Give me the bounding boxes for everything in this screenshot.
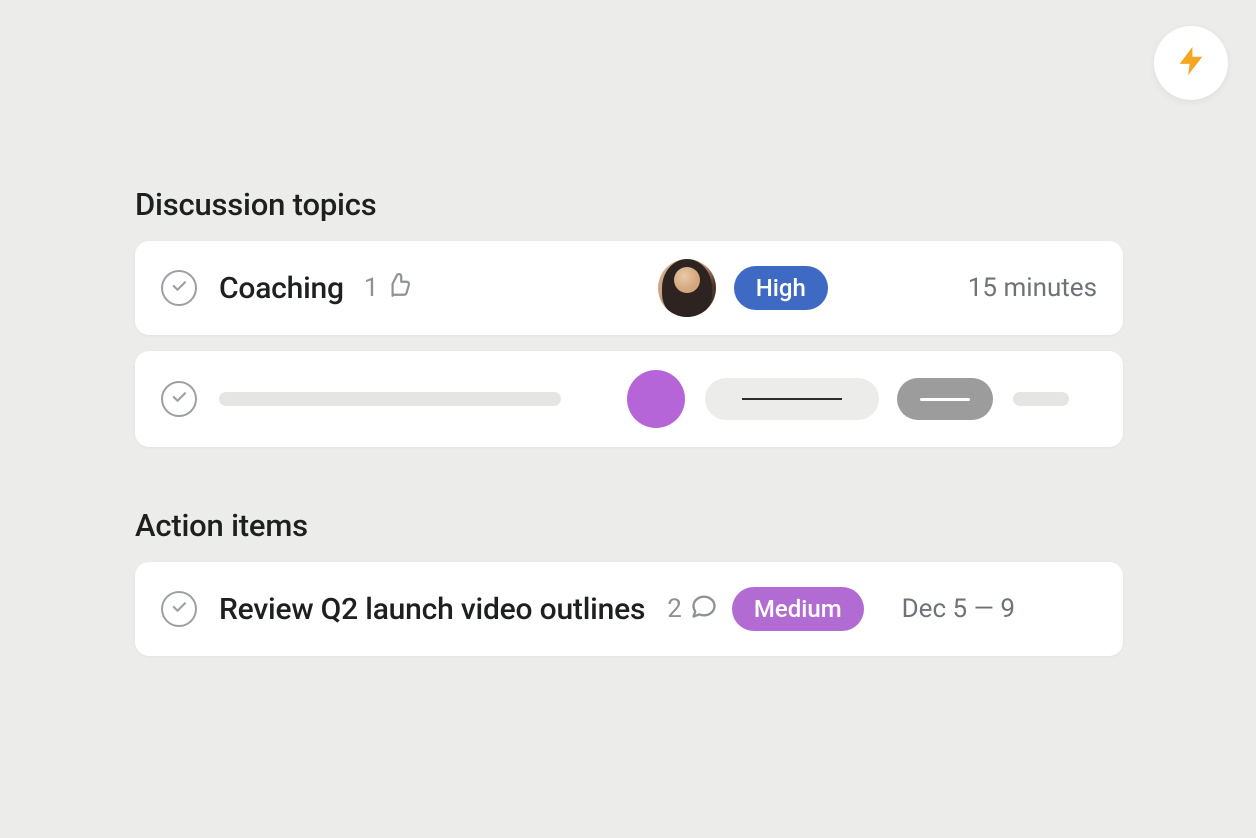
like-count-number: 1 (364, 273, 379, 303)
task-row[interactable]: Review Q2 launch video outlines 2 Medium… (135, 562, 1123, 656)
priority-badge[interactable]: Medium (732, 587, 864, 631)
check-icon (170, 598, 188, 620)
comment-count-number: 2 (667, 594, 682, 624)
comment-count[interactable]: 2 (667, 592, 718, 627)
complete-toggle[interactable] (161, 381, 197, 417)
task-date-range: Dec 5 — 9 (902, 594, 1015, 624)
task-title: Review Q2 launch video outlines (219, 592, 645, 627)
priority-badge[interactable]: High (734, 266, 828, 310)
thumbs-up-icon (379, 272, 411, 305)
task-row-placeholder[interactable] (135, 351, 1123, 447)
placeholder-pill (897, 378, 993, 420)
placeholder-pill (705, 378, 879, 420)
section-title-discussion: Discussion topics (135, 186, 1123, 223)
complete-toggle[interactable] (161, 591, 197, 627)
lightning-bolt-icon (1174, 44, 1208, 82)
placeholder-title (219, 392, 561, 406)
assignee-avatar[interactable] (658, 259, 716, 317)
complete-toggle[interactable] (161, 270, 197, 306)
comment-icon (682, 592, 718, 627)
task-title: Coaching (219, 271, 344, 306)
task-duration: 15 minutes (968, 273, 1097, 303)
placeholder-avatar (627, 370, 685, 428)
like-count[interactable]: 1 (364, 272, 411, 305)
placeholder-text (1013, 392, 1069, 406)
section-title-action-items: Action items (135, 507, 1123, 544)
check-icon (170, 388, 188, 410)
priority-label: High (756, 274, 806, 302)
priority-label: Medium (754, 595, 842, 623)
task-row[interactable]: Coaching 1 High 15 minutes (135, 241, 1123, 335)
automation-button[interactable] (1154, 26, 1228, 100)
check-icon (170, 277, 188, 299)
